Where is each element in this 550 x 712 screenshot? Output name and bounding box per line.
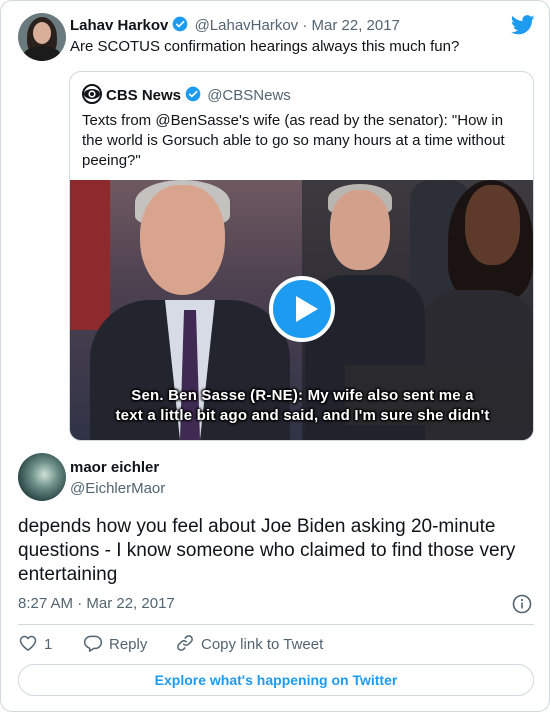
quoted-tweet[interactable]: CBS News @CBSNews Texts from @BenSasse's… [69,71,534,441]
verified-badge-icon [173,16,188,32]
tweet-text: Are SCOTUS confirmation hearings always … [70,38,460,55]
video-caption-line-1: Sen. Ben Sasse (R-NE): My wife also sent… [131,387,474,404]
quoted-author-handle: @CBSNews [207,87,291,104]
author-name[interactable]: Lahav Harkov [70,17,168,34]
reply-author-handle[interactable]: @EichlerMaor [70,480,165,497]
heart-icon [19,635,37,651]
tweet-date[interactable]: Mar 22, 2017 [312,17,400,34]
reply-text: depends how you feel about Joe Biden ask… [18,516,516,585]
copy-link-label: Copy link to Tweet [201,636,324,653]
link-icon [177,635,193,651]
divider [18,624,534,625]
video-caption-line-2: text a little bit ago and said, and I'm … [115,407,490,424]
like-button[interactable]: 1 [18,633,52,655]
reply-label: Reply [109,636,148,653]
reply-timestamp[interactable]: 8:27 AM · Mar 22, 2017 [18,595,175,612]
copy-link-button[interactable]: Copy link to Tweet [175,633,323,655]
info-icon[interactable] [512,594,532,614]
quoted-author-name: CBS News [106,87,182,104]
play-icon[interactable] [269,276,335,342]
author-handle[interactable]: @LahavHarkov [195,17,299,34]
reply-icon [83,635,103,652]
reply-author-avatar[interactable] [18,453,66,501]
tweet-header: Lahav Harkov @LahavHarkov · Mar 22, 2017 [70,16,400,34]
separator-dot: · [302,17,308,34]
reply-author-name[interactable]: maor eichler [70,459,159,476]
quoted-text: Texts from @BenSasse's wife (as read by … [82,112,505,169]
author-avatar[interactable] [18,13,66,61]
like-count: 1 [44,636,53,653]
verified-badge-icon [185,86,201,102]
quoted-header: CBS News @CBSNews [82,84,291,104]
video-player[interactable]: Sen. Ben Sasse (R-NE): My wife also sent… [70,180,533,440]
twitter-bird-icon[interactable] [511,15,535,35]
cbs-eye-logo-icon [82,84,102,104]
explore-twitter-button[interactable]: Explore what's happening on Twitter [18,664,534,696]
embedded-tweet-card: Lahav Harkov @LahavHarkov · Mar 22, 2017… [0,0,550,712]
reply-button[interactable]: Reply [83,633,147,655]
